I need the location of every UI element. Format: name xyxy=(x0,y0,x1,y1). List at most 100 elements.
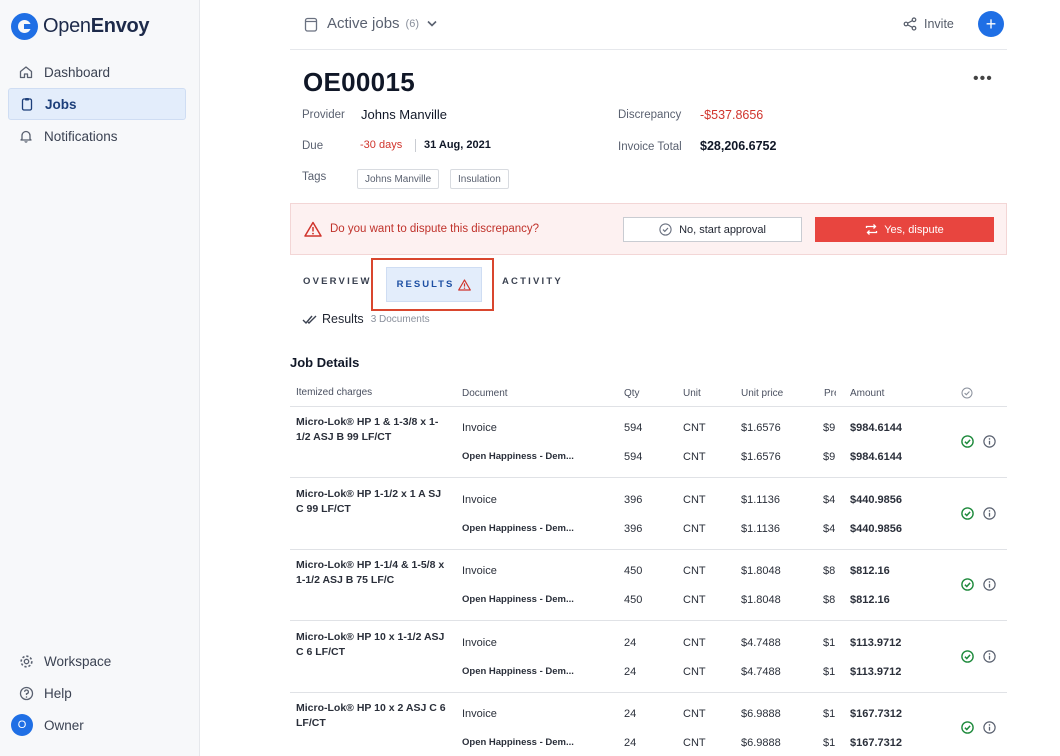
tab-results[interactable]: RESULTS xyxy=(386,267,482,302)
gear-icon xyxy=(18,653,34,669)
invoice-total-value: $28,206.6752 xyxy=(700,139,777,153)
share-icon xyxy=(903,17,917,31)
table-row[interactable]: Micro-Lok® HP 10 x 1-1/2 ASJ C 6 LF/CT In… xyxy=(290,622,1007,693)
job-details-title: Job Details xyxy=(290,355,360,370)
check-circle-icon xyxy=(961,435,974,448)
qty-value: 450 xyxy=(624,565,643,577)
sidebar-item-notifications[interactable]: Notifications xyxy=(8,120,186,152)
sidebar-item-jobs[interactable]: Jobs xyxy=(8,88,186,120)
discrepancy-label: Discrepancy xyxy=(618,109,682,121)
invite-button[interactable]: Invite xyxy=(903,17,954,31)
tag-chip[interactable]: Johns Manville xyxy=(357,169,440,189)
itemized-charge: Micro-Lok® HP 10 x 2 ASJ C 6 LF/CT xyxy=(296,702,446,729)
unit-value: CNT xyxy=(683,594,706,606)
table-row[interactable]: Micro-Lok® HP 10 x 2 ASJ C 6 LF/CT Invoic… xyxy=(290,693,1007,756)
sidebar-item-label: Notifications xyxy=(44,128,118,144)
sidebar-item-help[interactable]: Help xyxy=(8,677,186,709)
check-circle-icon xyxy=(961,578,974,591)
tab-activity[interactable]: ACTIVITY xyxy=(502,276,563,287)
provider-label: Provider xyxy=(302,109,345,121)
sidebar-item-workspace[interactable]: Workspace xyxy=(8,645,186,677)
top-bar: Active jobs (6) Invite + xyxy=(290,0,1007,50)
tab-overview[interactable]: OVERVIEW xyxy=(303,276,372,287)
sidebar-item-label: Jobs xyxy=(45,96,77,112)
provider-value: Johns Manville xyxy=(361,107,447,122)
clipboard-icon xyxy=(19,96,35,112)
document-source: Open Happiness - Dem... xyxy=(462,737,574,748)
sidebar-item-label: Owner xyxy=(44,717,84,733)
logo-icon xyxy=(11,13,38,40)
unit-value: CNT xyxy=(683,737,706,749)
unit-value: CNT xyxy=(683,708,706,720)
pre-value: $1 xyxy=(823,636,836,649)
itemized-charge: Micro-Lok® HP 1 & 1-3/8 x 1-1/2 ASJ B 99… xyxy=(296,416,439,443)
document-name: Invoice xyxy=(462,636,497,649)
amount-value: $812.16 xyxy=(850,565,890,577)
document-source: Open Happiness - Dem... xyxy=(462,451,574,462)
amount-value: $167.7312 xyxy=(850,737,902,749)
active-jobs-dropdown[interactable]: Active jobs (6) xyxy=(304,15,437,32)
info-icon[interactable] xyxy=(983,578,996,591)
itemized-charge: Micro-Lok® HP 10 x 1-1/2 ASJ C 6 LF/CT xyxy=(296,630,445,658)
more-options-button[interactable]: ••• xyxy=(973,70,993,88)
due-relative: -30 days xyxy=(360,139,403,151)
app-logo[interactable]: OpenEnvoy xyxy=(11,13,150,40)
qty-value: 396 xyxy=(624,493,643,506)
double-check-icon xyxy=(302,314,318,325)
dispute-button[interactable]: Yes, dispute xyxy=(815,217,994,242)
sidebar-item-dashboard[interactable]: Dashboard xyxy=(8,56,186,88)
info-icon[interactable] xyxy=(983,721,996,734)
document-name: Invoice xyxy=(462,422,497,434)
info-icon[interactable] xyxy=(983,435,996,448)
dispute-question-text: Do you want to dispute this discrepancy? xyxy=(330,223,540,235)
document-source: Open Happiness - Dem... xyxy=(462,665,574,677)
dispute-question: Do you want to dispute this discrepancy? xyxy=(304,221,539,237)
brand-light: Open xyxy=(43,15,91,37)
start-approval-button[interactable]: No, start approval xyxy=(623,217,802,242)
sidebar-item-owner[interactable]: O Owner xyxy=(8,709,186,741)
home-icon xyxy=(18,64,34,80)
avatar: O xyxy=(11,714,33,736)
column-header: Qty xyxy=(624,388,640,399)
column-header: Unit xyxy=(683,388,701,399)
add-job-button[interactable]: + xyxy=(978,11,1004,37)
pre-value: $1 xyxy=(823,737,836,749)
qty-value: 594 xyxy=(624,422,643,434)
table-row[interactable]: Micro-Lok® HP 1-1/4 & 1-5/8 x 1-1/2 ASJ … xyxy=(290,550,1007,621)
unit-price-value: $6.9888 xyxy=(741,737,781,749)
check-circle-icon xyxy=(961,649,974,663)
qty-value: 24 xyxy=(624,708,637,720)
document-source: Open Happiness - Dem... xyxy=(462,594,574,605)
results-heading: Results 3 Documents xyxy=(302,312,430,326)
amount-value: $984.6144 xyxy=(850,422,902,434)
divider xyxy=(415,139,416,152)
tag-chip[interactable]: Insulation xyxy=(450,169,509,189)
pre-value: $8 xyxy=(823,594,836,606)
brand-name: OpenEnvoy xyxy=(43,15,150,38)
check-circle-icon xyxy=(961,506,974,520)
info-icon[interactable] xyxy=(983,649,996,663)
amount-value: $113.9712 xyxy=(850,636,902,649)
unit-value: CNT xyxy=(683,565,706,577)
amount-value: $812.16 xyxy=(850,594,890,606)
qty-value: 594 xyxy=(624,451,643,463)
start-approval-label: No, start approval xyxy=(679,223,766,236)
active-jobs-count: (6) xyxy=(405,17,419,30)
check-circle-icon xyxy=(961,721,974,734)
due-date: 31 Aug, 2021 xyxy=(424,139,491,151)
table-row[interactable]: Micro-Lok® HP 1 & 1-3/8 x 1-1/2 ASJ B 99… xyxy=(290,407,1007,478)
column-header: Pre xyxy=(824,388,836,399)
swap-icon xyxy=(865,223,878,236)
amount-value: $440.9856 xyxy=(850,493,902,506)
document-name: Invoice xyxy=(462,708,497,720)
warning-icon xyxy=(458,278,472,291)
table-row[interactable]: Micro-Lok® HP 1-1/2 x 1 A SJ C 99 LF/CT I… xyxy=(290,479,1007,550)
info-icon[interactable] xyxy=(983,506,996,520)
chevron-down-icon xyxy=(427,20,437,27)
unit-value: CNT xyxy=(683,636,706,649)
unit-price-value: $1.1136 xyxy=(741,522,780,535)
qty-value: 24 xyxy=(624,737,637,749)
unit-price-value: $4.7488 xyxy=(741,665,781,678)
job-id: OE00015 xyxy=(303,67,415,97)
column-header: Document xyxy=(462,388,508,399)
